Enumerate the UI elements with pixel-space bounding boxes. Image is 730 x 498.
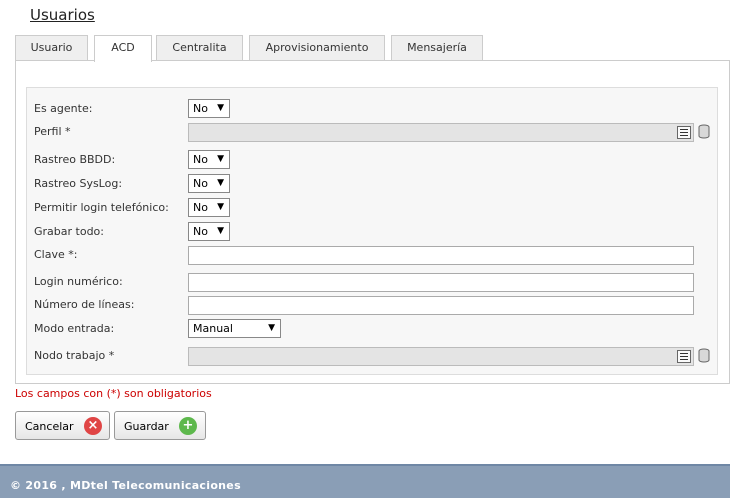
modo-entrada-select[interactable]: Manual ▼ [188,319,281,338]
rastreo-syslog-label: Rastreo SysLog: [34,177,123,190]
list-icon[interactable] [677,350,691,363]
list-icon[interactable] [677,126,691,139]
login-numerico-label: Login numérico: [34,275,123,288]
es-agente-select[interactable]: No ▼ [188,99,230,118]
clave-input[interactable] [188,246,694,265]
modo-entrada-label: Modo entrada: [34,322,115,335]
perfil-field[interactable] [188,123,694,142]
grabar-todo-select[interactable]: No ▼ [188,222,230,241]
rastreo-syslog-value: No [193,177,208,190]
permitir-login-value: No [193,201,208,214]
save-button[interactable]: Guardar + [114,411,206,440]
nodo-trabajo-label: Nodo trabajo * [34,349,115,362]
rastreo-bbdd-select[interactable]: No ▼ [188,150,230,169]
numero-lineas-input[interactable] [188,296,694,315]
rastreo-bbdd-label: Rastreo BBDD: [34,153,116,166]
page-title: Usuarios [30,6,95,24]
triangle-down-icon: ▼ [217,154,224,164]
permitir-login-label: Permitir login telefónico: [34,201,169,214]
tab-aprovisionamiento[interactable]: Aprovisionamiento [249,35,385,61]
perfil-label: Perfil * [34,125,71,138]
database-icon[interactable] [698,348,710,363]
es-agente-label: Es agente: [34,102,93,115]
triangle-down-icon: ▼ [217,103,224,113]
x-circle-icon: × [84,417,102,435]
plus-circle-icon: + [179,417,197,435]
footer: © 2016 , MDtel Telecomunicaciones [0,464,730,498]
modo-entrada-value: Manual [193,322,233,335]
login-numerico-input[interactable] [188,273,694,292]
grabar-todo-value: No [193,225,208,238]
tab-usuario[interactable]: Usuario [15,35,88,61]
required-fields-note: Los campos con (*) son obligatorios [15,387,212,400]
triangle-down-icon: ▼ [268,323,275,333]
triangle-down-icon: ▼ [217,226,224,236]
tab-centralita[interactable]: Centralita [156,35,243,61]
rastreo-bbdd-value: No [193,153,208,166]
triangle-down-icon: ▼ [217,202,224,212]
database-icon[interactable] [698,124,710,139]
cancel-button[interactable]: Cancelar × [15,411,110,440]
numero-lineas-label: Número de líneas: [34,298,135,311]
triangle-down-icon: ▼ [217,178,224,188]
grabar-todo-label: Grabar todo: [34,225,104,238]
es-agente-value: No [193,102,208,115]
rastreo-syslog-select[interactable]: No ▼ [188,174,230,193]
permitir-login-select[interactable]: No ▼ [188,198,230,217]
cancel-button-label: Cancelar [25,420,74,433]
nodo-trabajo-field[interactable] [188,347,694,366]
clave-label: Clave *: [34,248,78,261]
save-button-label: Guardar [124,420,169,433]
tab-acd[interactable]: ACD [94,35,152,62]
footer-copyright: © 2016 , MDtel Telecomunicaciones [10,479,241,492]
tab-mensajeria[interactable]: Mensajería [391,35,483,61]
